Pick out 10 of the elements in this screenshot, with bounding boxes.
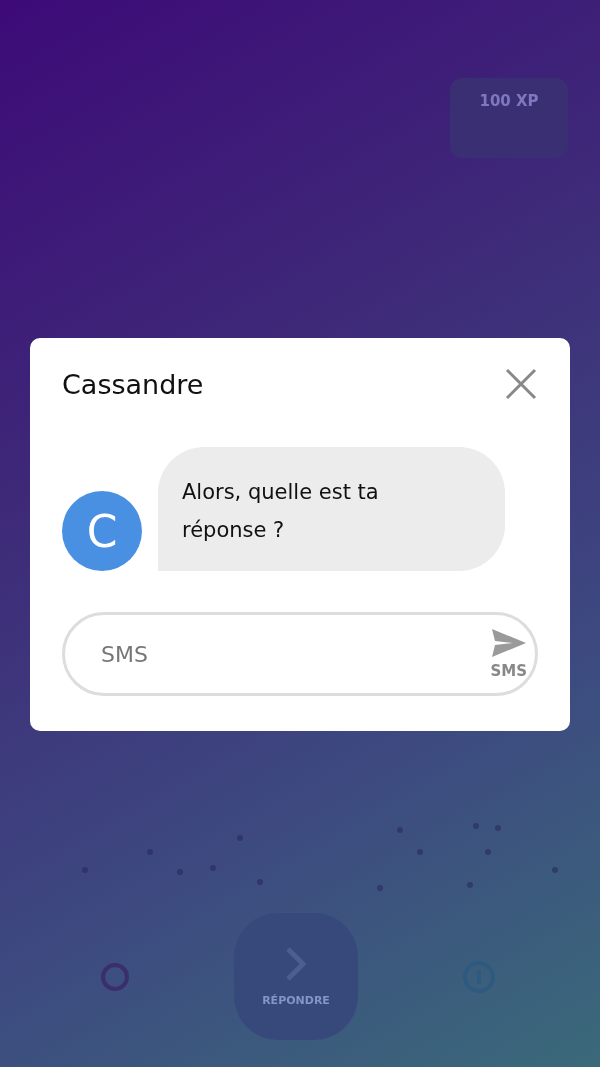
- message-input[interactable]: SMS SMS: [62, 612, 538, 696]
- circle-icon[interactable]: [100, 961, 130, 992]
- close-icon[interactable]: [505, 368, 537, 400]
- dialog-title: Cassandre: [62, 368, 204, 400]
- xp-label: 100 XP: [479, 92, 539, 112]
- avatar: C: [62, 491, 142, 571]
- message-bubble: Alors, quelle est ta réponse ?: [158, 447, 505, 571]
- send-icon: [490, 628, 527, 658]
- answer-button[interactable]: RÉPONDRE: [234, 913, 358, 1040]
- send-button[interactable]: SMS: [490, 628, 527, 680]
